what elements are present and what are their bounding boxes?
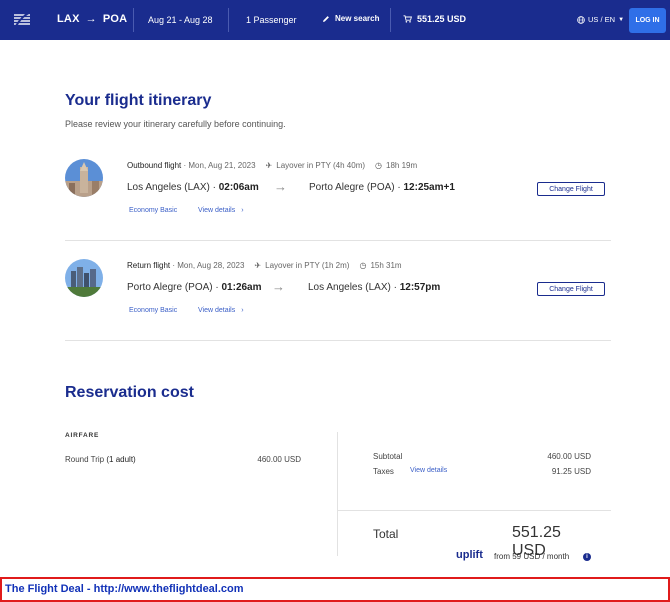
uplift-logo: uplift	[456, 549, 483, 561]
airfare-heading: AIRFARE	[65, 432, 100, 439]
airline-logo-icon[interactable]	[12, 11, 32, 29]
departure-time: 02:06am	[218, 182, 259, 193]
clock-icon: ◷	[359, 261, 367, 270]
arrow-right-icon: →	[274, 179, 287, 194]
view-details-link[interactable]: View details ›	[198, 307, 244, 314]
flight-type-label: Return flight	[127, 261, 171, 270]
plane-icon: ✈	[265, 161, 273, 170]
login-button[interactable]: LOG IN	[629, 8, 666, 33]
passenger-count[interactable]: 1 Passenger	[246, 15, 297, 25]
locale-label: US / EN	[588, 15, 616, 24]
info-icon[interactable]: i	[583, 553, 591, 561]
divider	[338, 510, 611, 511]
destination-photo	[65, 259, 103, 297]
trip-type-label: Round Trip (1 adult)	[65, 455, 136, 464]
cart-icon	[403, 15, 412, 23]
arrival-info: Porto Alegre (POA) · 12:25am+1	[309, 182, 455, 193]
trip-type: Round Trip	[65, 455, 105, 464]
pencil-icon	[323, 15, 329, 22]
divider	[65, 240, 611, 241]
airfare-value: 460.00 USD	[257, 455, 301, 464]
return-flight-card: Return flight · Mon, Aug 28, 2023 ✈ Layove…	[65, 259, 611, 359]
clock-icon: ◷	[375, 161, 383, 170]
change-flight-button[interactable]: Change Flight	[537, 182, 605, 196]
taxes-value: 91.25 USD	[551, 467, 591, 476]
departure-info: Porto Alegre (POA) · 01:26am	[127, 282, 262, 293]
fare-class-link[interactable]: Economy Basic	[129, 207, 177, 214]
travel-dates[interactable]: Aug 21 - Aug 28	[148, 15, 213, 25]
subtotal-label: Subtotal	[373, 452, 403, 461]
header-divider	[390, 8, 391, 32]
header-divider	[133, 8, 134, 32]
page-subtitle: Please review your itinerary carefully b…	[65, 119, 286, 129]
globe-icon	[577, 15, 585, 24]
new-search-button[interactable]: New search	[322, 14, 379, 23]
departure-city: Porto Alegre (POA)	[127, 282, 213, 293]
origin-code: LAX	[57, 13, 80, 25]
flight-meta: Return flight · Mon, Aug 28, 2023 ✈ Layove…	[127, 261, 402, 270]
arrival-info: Los Angeles (LAX) · 12:57pm	[308, 282, 441, 293]
total-label: Total	[373, 527, 399, 541]
locale-selector[interactable]: US / EN ▼	[577, 15, 624, 24]
flight-duration: 15h 31m	[370, 261, 402, 270]
divider	[65, 340, 611, 341]
view-details-label: View details	[198, 207, 236, 214]
taxes-view-details-link[interactable]: View details	[410, 467, 447, 474]
plane-icon: ✈	[254, 261, 262, 270]
route-summary: LAX → POA	[57, 13, 127, 25]
chevron-right-icon: ›	[241, 207, 244, 214]
departure-time: 01:26am	[221, 282, 262, 293]
layover-info: Layover in PTY (1h 2m)	[265, 261, 350, 270]
page-title: Your flight itinerary	[65, 92, 212, 109]
outbound-flight-card: Outbound flight · Mon, Aug 21, 2023 ✈ Layo…	[65, 159, 611, 259]
chevron-down-icon: ▼	[618, 16, 625, 23]
cart-total: 551.25 USD	[417, 14, 467, 24]
header-divider	[228, 8, 229, 32]
view-details-label: View details	[198, 307, 236, 314]
flight-meta: Outbound flight · Mon, Aug 21, 2023 ✈ Layo…	[127, 161, 418, 170]
uplift-monthly-text: from 59 USD / month	[494, 552, 570, 561]
promo-banner: The Flight Deal - http://www.theflightde…	[0, 577, 670, 602]
departure-info: Los Angeles (LAX) · 02:06am	[127, 182, 259, 193]
reservation-title: Reservation cost	[65, 384, 194, 401]
destination-photo	[65, 159, 103, 197]
arrival-time: 12:25am+1	[403, 182, 455, 193]
banner-text[interactable]: The Flight Deal - http://www.theflightde…	[5, 583, 244, 595]
column-divider	[337, 432, 338, 556]
top-navigation-bar: LAX → POA Aug 21 - Aug 28 1 Passenger New …	[0, 0, 670, 40]
chevron-right-icon: ›	[241, 307, 244, 314]
cart-summary[interactable]: 551.25 USD	[403, 14, 466, 24]
departure-city: Los Angeles (LAX)	[127, 182, 210, 193]
flight-type-label: Outbound flight	[127, 161, 182, 170]
arrival-city: Los Angeles (LAX)	[308, 282, 391, 293]
arrow-right-icon: →	[85, 13, 97, 25]
arrow-right-icon: →	[272, 279, 285, 294]
fare-class-link[interactable]: Economy Basic	[129, 307, 177, 314]
flight-date: Mon, Aug 21, 2023	[188, 161, 256, 170]
view-details-link[interactable]: View details ›	[198, 207, 244, 214]
flight-duration: 18h 19m	[386, 161, 418, 170]
arrival-city: Porto Alegre (POA)	[309, 182, 395, 193]
destination-code: POA	[102, 13, 128, 25]
arrival-time: 12:57pm	[399, 282, 441, 293]
traveler-count: (1 adult)	[106, 455, 136, 464]
taxes-label: Taxes	[373, 467, 394, 476]
flight-date: Mon, Aug 28, 2023	[177, 261, 245, 270]
subtotal-value: 460.00 USD	[547, 452, 591, 461]
layover-info: Layover in PTY (4h 40m)	[276, 161, 366, 170]
change-flight-button[interactable]: Change Flight	[537, 282, 605, 296]
new-search-label: New search	[335, 14, 380, 23]
